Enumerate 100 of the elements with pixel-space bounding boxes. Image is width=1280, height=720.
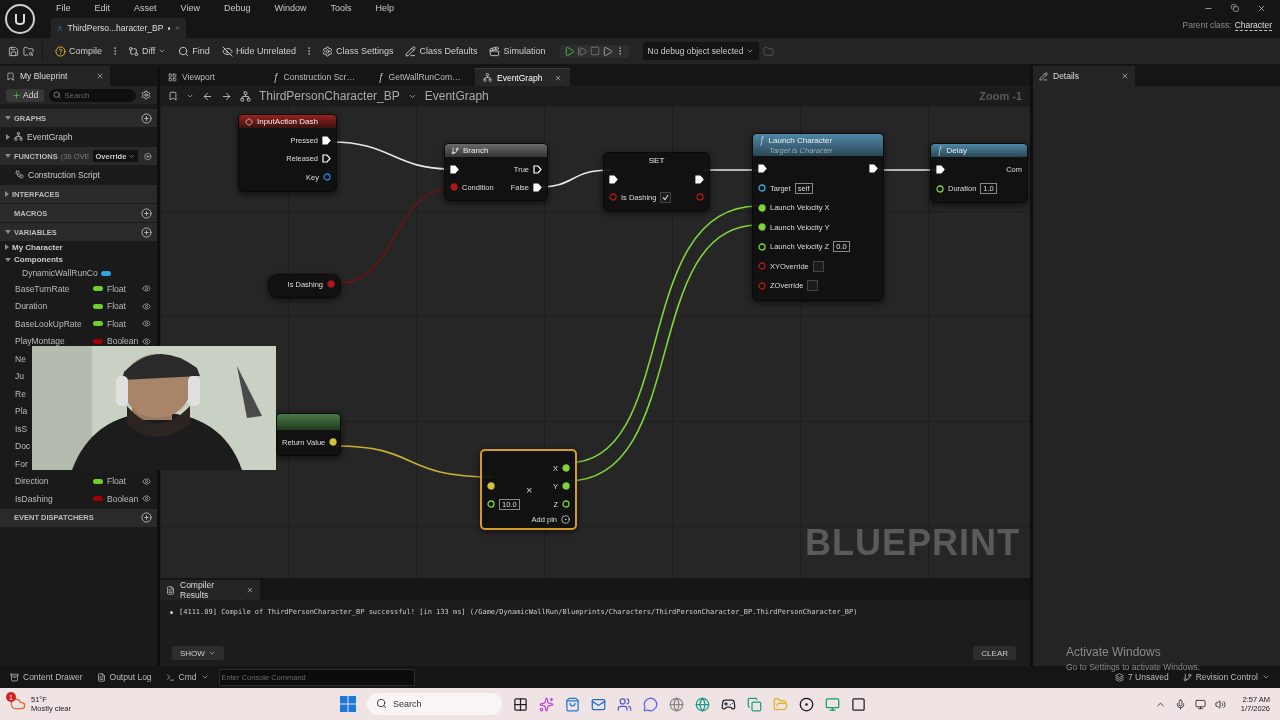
globe-icon[interactable]: [669, 696, 684, 712]
checkbox[interactable]: [807, 280, 819, 292]
expand-arrow-icon[interactable]: [5, 191, 9, 197]
breadcrumb-item[interactable]: EventGraph: [424, 89, 489, 103]
panel-tab[interactable]: Details: [1033, 66, 1135, 86]
add-icon[interactable]: [141, 112, 152, 124]
add-icon[interactable]: [141, 207, 152, 219]
exec-pin-icon[interactable]: [322, 135, 331, 145]
save-icon[interactable]: [8, 45, 19, 57]
expand-arrow-icon[interactable]: [5, 244, 9, 251]
network-icon[interactable]: [1194, 698, 1206, 710]
panel-tab[interactable]: My Blueprint: [0, 66, 110, 86]
menu-item[interactable]: Help: [364, 3, 407, 13]
variable-row[interactable]: BaseTurnRate Float: [0, 280, 157, 298]
unsaved-button[interactable]: 7 Unsaved: [1111, 672, 1173, 682]
data-pin-icon[interactable]: [758, 184, 766, 193]
expand-arrow-icon[interactable]: [5, 230, 11, 234]
store-icon[interactable]: [565, 696, 580, 712]
exec-pin-icon[interactable]: [758, 164, 767, 174]
exec-pin-icon[interactable]: [869, 164, 878, 174]
show-button[interactable]: SHOW: [172, 646, 224, 660]
data-pin-icon[interactable]: [758, 203, 766, 212]
toolbar-button[interactable]: Simulation: [485, 43, 550, 59]
close-icon[interactable]: [1257, 3, 1266, 13]
add-icon[interactable]: [141, 512, 152, 523]
variable-row[interactable]: DynamicWallRunCo: [0, 266, 157, 280]
close-icon[interactable]: [246, 586, 254, 594]
data-pin-icon[interactable]: [562, 482, 570, 490]
data-pin-icon[interactable]: [758, 242, 766, 251]
category-row[interactable]: My Character: [0, 241, 157, 254]
variable-row[interactable]: Duration Float: [0, 297, 157, 315]
exec-pin-icon[interactable]: [695, 174, 704, 184]
menu-item[interactable]: Tools: [319, 3, 365, 13]
sparkle-icon[interactable]: [539, 696, 554, 712]
variable-row[interactable]: BaseLookUpRate Float: [0, 315, 157, 333]
panel-tab[interactable]: Compiler Results: [160, 580, 260, 600]
checkbox[interactable]: [660, 191, 672, 203]
microphone-icon[interactable]: [1174, 698, 1186, 710]
menu-item[interactable]: Asset: [123, 3, 170, 13]
taskbar-search[interactable]: Search: [367, 693, 502, 715]
browse-icon[interactable]: [23, 45, 34, 57]
graph-list-item[interactable]: Construction Script: [0, 165, 157, 184]
variable-row[interactable]: Direction Float: [0, 472, 157, 490]
checkbox[interactable]: [812, 260, 824, 272]
graph-tab[interactable]: ƒ GetWallRunCom…: [370, 68, 475, 86]
volume-icon[interactable]: [1214, 698, 1226, 710]
add-icon[interactable]: [141, 226, 152, 238]
mail-icon[interactable]: [591, 696, 606, 712]
exec-pin-icon[interactable]: [936, 165, 945, 174]
graph-canvas[interactable]: [160, 106, 1030, 578]
data-pin-icon[interactable]: [329, 438, 338, 446]
expand-arrow-icon[interactable]: [5, 116, 11, 120]
engine-logo[interactable]: [5, 4, 35, 34]
graph-tab[interactable]: Viewport: [160, 68, 265, 86]
add-button[interactable]: Add: [6, 88, 45, 102]
graph-tab[interactable]: EventGraph: [475, 68, 570, 86]
play-icon[interactable]: [563, 45, 575, 57]
eye-icon[interactable]: [142, 336, 151, 346]
menu-item[interactable]: View: [169, 3, 213, 13]
toolbar-button[interactable]: Diff: [124, 43, 171, 59]
output-log-button[interactable]: Output Log: [92, 672, 156, 682]
debug-object-dropdown[interactable]: No debug object selected: [642, 42, 760, 60]
data-pin-icon[interactable]: [562, 500, 570, 508]
eye-icon[interactable]: [142, 284, 151, 294]
exec-pin-icon[interactable]: [533, 182, 542, 192]
document-tab[interactable]: ThirdPerso...haracter_BP: [51, 18, 186, 38]
restore-icon[interactable]: [1231, 4, 1239, 12]
browser-icon[interactable]: [695, 696, 710, 712]
menu-item[interactable]: Edit: [83, 3, 124, 13]
data-pin-icon[interactable]: [758, 223, 766, 232]
gamepad-icon[interactable]: [721, 696, 736, 712]
toolbar-button[interactable]: Class Settings: [317, 43, 398, 59]
toolbar-button[interactable]: Hide Unrelated: [217, 43, 300, 59]
toolbar-button[interactable]: Class Defaults: [401, 43, 482, 59]
expand-arrow-icon[interactable]: [5, 154, 11, 158]
expand-arrow-icon[interactable]: [5, 257, 11, 262]
search-field[interactable]: Search: [49, 88, 136, 102]
toolbar-button[interactable]: Find: [174, 43, 214, 59]
menu-item[interactable]: File: [45, 3, 84, 13]
monitor-icon[interactable]: [825, 696, 840, 712]
forward-icon[interactable]: [221, 90, 232, 102]
toolbar-button[interactable]: Compile: [51, 43, 106, 59]
clear-button[interactable]: CLEAR: [973, 646, 1016, 660]
chat-icon[interactable]: [643, 696, 658, 712]
people-icon[interactable]: [617, 696, 632, 712]
revision-control-button[interactable]: Revision Control: [1178, 672, 1274, 682]
cmd-dropdown[interactable]: Cmd: [161, 672, 213, 682]
category-row[interactable]: Components: [0, 253, 157, 266]
task-view-icon[interactable]: [513, 696, 528, 712]
content-drawer-button[interactable]: Content Drawer: [6, 672, 87, 682]
graph-tab[interactable]: ƒ Construction Scr…: [265, 68, 370, 86]
variable-row[interactable]: IsDashing Boolean: [0, 490, 157, 508]
step-icon[interactable]: [576, 45, 588, 57]
data-pin-icon[interactable]: [936, 184, 944, 193]
data-pin-icon[interactable]: [562, 464, 570, 472]
exec-pin-icon[interactable]: [533, 164, 542, 174]
back-icon[interactable]: [202, 90, 213, 102]
start-icon[interactable]: [340, 696, 356, 712]
app-icon[interactable]: [747, 696, 762, 712]
menu-item[interactable]: Debug: [212, 3, 264, 13]
